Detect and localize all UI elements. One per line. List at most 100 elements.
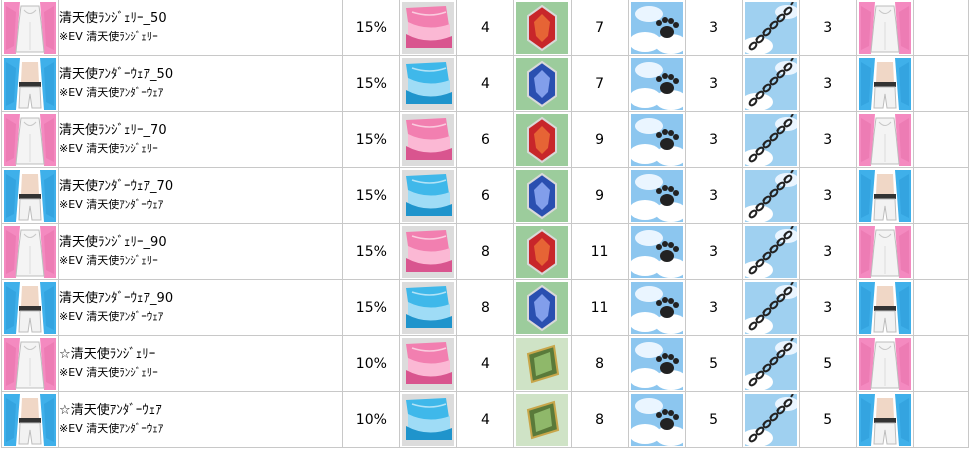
blue-cloth-icon <box>402 57 455 110</box>
item-name-cell: 清天使ﾗﾝｼﾞｪﾘｰ_90 ※EV 清天使ﾗﾝｼﾞｪﾘｰ <box>58 223 344 280</box>
chain-quantity: 3 <box>798 279 857 336</box>
blue-underwear-result-icon <box>858 281 911 334</box>
chain-quantity: 3 <box>798 0 857 56</box>
item-name-cell: 清天使ﾗﾝｼﾞｪﾘｰ_70 ※EV 清天使ﾗﾝｼﾞｪﾘｰ <box>58 111 344 168</box>
pink-lingerie-outfit-icon <box>4 225 57 278</box>
blue-cloth-icon <box>402 281 455 334</box>
paw-quantity: 5 <box>684 335 743 392</box>
success-rate: 15% <box>342 223 401 280</box>
pink-cloth-icon <box>402 225 455 278</box>
gem-quantity: 7 <box>570 55 629 112</box>
pink-lingerie-outfit-icon <box>4 113 57 166</box>
paw-quantity: 3 <box>684 167 743 224</box>
recipe-table: 清天使ﾗﾝｼﾞｪﾘｰ_50 ※EV 清天使ﾗﾝｼﾞｪﾘｰ 15% 4 7 3 3 清天使ｱﾝﾀ… <box>0 0 970 448</box>
item-name: 清天使ﾗﾝｼﾞｪﾘｰ_90 <box>59 234 167 250</box>
success-rate: 15% <box>342 0 401 56</box>
paw-cloud-icon <box>630 1 683 54</box>
table-row: 清天使ﾗﾝｼﾞｪﾘｰ_50 ※EV 清天使ﾗﾝｼﾞｪﾘｰ 15% 4 7 3 3 <box>0 0 970 56</box>
blue-gem-icon <box>516 281 569 334</box>
chain-quantity: 3 <box>798 223 857 280</box>
table-row: 清天使ﾗﾝｼﾞｪﾘｰ_90 ※EV 清天使ﾗﾝｼﾞｪﾘｰ 15% 8 11 3 3 <box>0 223 970 280</box>
blue-cloth-icon <box>402 169 455 222</box>
item-note: ※EV 清天使ﾗﾝｼﾞｪﾘｰ <box>59 29 158 43</box>
gem-quantity: 9 <box>570 111 629 168</box>
pink-cloth-icon <box>402 113 455 166</box>
red-gem-icon <box>516 113 569 166</box>
table-row: ☆清天使ﾗﾝｼﾞｪﾘｰ ※EV 清天使ﾗﾝｼﾞｪﾘｰ 10% 4 8 5 5 <box>0 335 970 392</box>
pink-lingerie-result-icon <box>858 1 911 54</box>
pink-lingerie-result-icon <box>858 113 911 166</box>
cloth-quantity: 4 <box>456 391 515 448</box>
chain-quantity: 3 <box>798 167 857 224</box>
blue-underwear-result-icon <box>858 393 911 446</box>
red-gem-icon <box>516 1 569 54</box>
item-name-cell: 清天使ｱﾝﾀﾞｰｳｪｱ_50 ※EV 清天使ｱﾝﾀﾞｰｳｪｱ <box>58 55 344 112</box>
paw-quantity: 3 <box>684 223 743 280</box>
gem-quantity: 11 <box>570 223 629 280</box>
item-note: ※EV 清天使ﾗﾝｼﾞｪﾘｰ <box>59 365 158 379</box>
paw-cloud-icon <box>630 337 683 390</box>
blue-underwear-outfit-icon <box>4 169 57 222</box>
empty-cell <box>912 335 970 392</box>
pink-lingerie-result-icon <box>858 337 911 390</box>
empty-cell <box>912 223 970 280</box>
success-rate: 10% <box>342 335 401 392</box>
cloth-quantity: 8 <box>456 279 515 336</box>
blue-cloth-icon <box>402 393 455 446</box>
cloth-quantity: 4 <box>456 335 515 392</box>
pink-lingerie-result-icon <box>858 225 911 278</box>
item-name-cell: ☆清天使ﾗﾝｼﾞｪﾘｰ ※EV 清天使ﾗﾝｼﾞｪﾘｰ <box>58 335 344 392</box>
pink-cloth-icon <box>402 337 455 390</box>
cloth-quantity: 6 <box>456 111 515 168</box>
gem-quantity: 9 <box>570 167 629 224</box>
paw-cloud-icon <box>630 113 683 166</box>
chain-icon <box>744 57 797 110</box>
table-row: 清天使ｱﾝﾀﾞｰｳｪｱ_50 ※EV 清天使ｱﾝﾀﾞｰｳｪｱ 15% 4 7 3 3 <box>0 55 970 112</box>
item-name: 清天使ﾗﾝｼﾞｪﾘｰ_70 <box>59 122 167 138</box>
green-gem-icon <box>516 393 569 446</box>
pink-lingerie-outfit-icon <box>4 1 57 54</box>
gem-quantity: 8 <box>570 391 629 448</box>
blue-underwear-result-icon <box>858 57 911 110</box>
chain-icon <box>744 281 797 334</box>
cloth-quantity: 4 <box>456 0 515 56</box>
empty-cell <box>912 279 970 336</box>
paw-cloud-icon <box>630 393 683 446</box>
cloth-quantity: 8 <box>456 223 515 280</box>
cloth-quantity: 6 <box>456 167 515 224</box>
paw-cloud-icon <box>630 225 683 278</box>
green-gem-icon <box>516 337 569 390</box>
item-note: ※EV 清天使ﾗﾝｼﾞｪﾘｰ <box>59 253 158 267</box>
paw-quantity: 3 <box>684 0 743 56</box>
table-row: ☆清天使ｱﾝﾀﾞｰｳｪｱ ※EV 清天使ｱﾝﾀﾞｰｳｪｱ 10% 4 8 5 5 <box>0 391 970 448</box>
item-note: ※EV 清天使ﾗﾝｼﾞｪﾘｰ <box>59 141 158 155</box>
item-name-cell: 清天使ﾗﾝｼﾞｪﾘｰ_50 ※EV 清天使ﾗﾝｼﾞｪﾘｰ <box>58 0 344 56</box>
item-name: 清天使ｱﾝﾀﾞｰｳｪｱ_50 <box>59 66 174 82</box>
blue-gem-icon <box>516 57 569 110</box>
gem-quantity: 7 <box>570 0 629 56</box>
blue-gem-icon <box>516 169 569 222</box>
item-name-cell: 清天使ｱﾝﾀﾞｰｳｪｱ_90 ※EV 清天使ｱﾝﾀﾞｰｳｪｱ <box>58 279 344 336</box>
pink-lingerie-outfit-icon <box>4 337 57 390</box>
pink-cloth-icon <box>402 1 455 54</box>
chain-quantity: 5 <box>798 391 857 448</box>
item-name: 清天使ｱﾝﾀﾞｰｳｪｱ_90 <box>59 290 174 306</box>
item-name: ☆清天使ｱﾝﾀﾞｰｳｪｱ <box>59 402 162 418</box>
empty-cell <box>912 55 970 112</box>
item-name-cell: ☆清天使ｱﾝﾀﾞｰｳｪｱ ※EV 清天使ｱﾝﾀﾞｰｳｪｱ <box>58 391 344 448</box>
item-name: ☆清天使ﾗﾝｼﾞｪﾘｰ <box>59 346 156 362</box>
table-row: 清天使ﾗﾝｼﾞｪﾘｰ_70 ※EV 清天使ﾗﾝｼﾞｪﾘｰ 15% 6 9 3 3 <box>0 111 970 168</box>
table-row: 清天使ｱﾝﾀﾞｰｳｪｱ_90 ※EV 清天使ｱﾝﾀﾞｰｳｪｱ 15% 8 11 3 3 <box>0 279 970 336</box>
paw-quantity: 3 <box>684 55 743 112</box>
paw-cloud-icon <box>630 281 683 334</box>
empty-cell <box>912 0 970 56</box>
blue-underwear-outfit-icon <box>4 393 57 446</box>
gem-quantity: 8 <box>570 335 629 392</box>
chain-quantity: 3 <box>798 55 857 112</box>
blue-underwear-outfit-icon <box>4 57 57 110</box>
success-rate: 15% <box>342 167 401 224</box>
item-name: 清天使ﾗﾝｼﾞｪﾘｰ_50 <box>59 10 167 26</box>
chain-icon <box>744 1 797 54</box>
empty-cell <box>912 167 970 224</box>
chain-icon <box>744 169 797 222</box>
